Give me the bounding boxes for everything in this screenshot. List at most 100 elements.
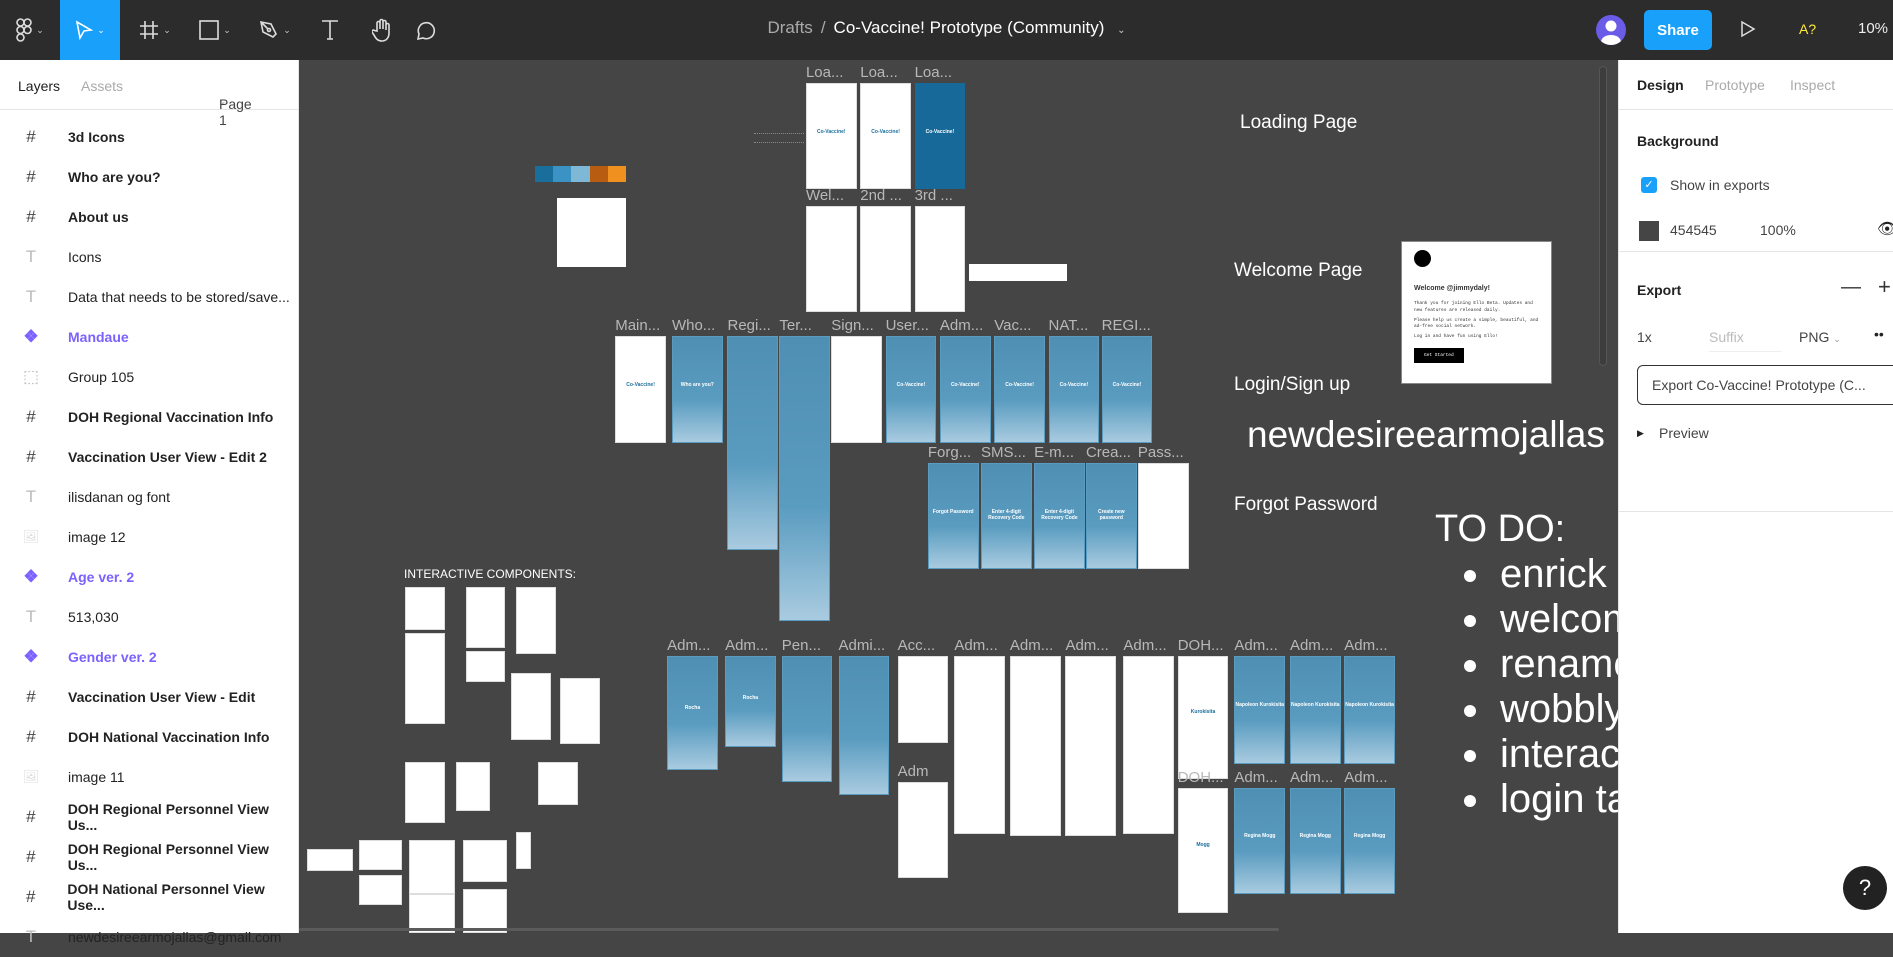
palette-swatch[interactable] <box>571 166 590 182</box>
frame-label[interactable]: DOH... <box>1178 769 1224 786</box>
layer-item[interactable]: # DOH Regional Personnel View Us... <box>0 837 299 877</box>
preview-toggle[interactable]: Preview <box>1659 425 1709 441</box>
frame-thumbnail[interactable] <box>914 206 966 313</box>
caret-right-icon[interactable]: ▶ <box>1637 428 1644 439</box>
frame-label[interactable]: Loa... <box>915 64 953 81</box>
palette-swatch[interactable] <box>553 166 572 182</box>
frame-thumbnail[interactable]: Regina Mogg <box>1344 787 1395 895</box>
palette-swatch[interactable] <box>535 166 554 182</box>
frame-thumbnail[interactable]: Co-Vaccine! <box>885 336 937 443</box>
frame-thumbnail[interactable]: Regina Mogg <box>1234 787 1286 895</box>
frame-label[interactable]: Vac... <box>994 317 1031 334</box>
frame-label[interactable]: Pen... <box>782 637 821 654</box>
todo-list[interactable]: enrick cwelcomrenamewobblyinteractlogin … <box>1464 552 1618 822</box>
component-thumbnail[interactable] <box>465 587 506 648</box>
todo-item[interactable]: enrick c <box>1464 552 1618 597</box>
layer-item[interactable]: # Vaccination User View - Edit 2 <box>0 437 299 477</box>
layer-item[interactable]: ❖ Gender ver. 2 <box>0 637 299 677</box>
note-text[interactable] <box>754 133 804 143</box>
component-thumbnail[interactable] <box>405 587 446 630</box>
frame-thumbnail[interactable] <box>897 656 949 744</box>
accessibility-button[interactable]: A? <box>1799 21 1816 37</box>
layer-item[interactable]: ❖ Mandaue <box>0 317 299 357</box>
frame-thumbnail[interactable]: Forgot Password <box>927 463 979 570</box>
component-thumbnail[interactable] <box>463 889 507 933</box>
frame-label[interactable]: Ter... <box>779 317 812 334</box>
frame-label[interactable]: Loa... <box>806 64 844 81</box>
frame-label[interactable]: DOH... <box>1178 637 1224 654</box>
canvas[interactable]: Loa... Co-Vaccine! Loa... Co-Vaccine! Loa...… <box>299 60 1618 933</box>
component-thumbnail[interactable] <box>359 839 402 870</box>
frame-thumbnail[interactable]: Enter 4-digit Recovery Code <box>1034 463 1085 570</box>
frame-thumbnail[interactable] <box>727 336 779 551</box>
component-thumbnail[interactable] <box>408 894 455 933</box>
frame-thumbnail[interactable] <box>954 656 1006 834</box>
help-button[interactable]: ? <box>1843 866 1887 910</box>
email-welcome-card[interactable]: Welcome @jimmydaly! Thank you for joinin… <box>1401 241 1552 384</box>
tab-prototype[interactable]: Prototype <box>1705 77 1765 93</box>
todo-item[interactable]: rename <box>1464 642 1618 687</box>
frame-thumbnail[interactable]: Napoleon Kurokisita <box>1344 656 1395 764</box>
frame-thumbnail[interactable]: Napoleon Kurokisita <box>1289 656 1341 764</box>
frame-label[interactable]: Adm... <box>1234 769 1277 786</box>
frame-label[interactable]: Adm... <box>667 637 710 654</box>
frame-thumbnail[interactable]: Co-Vaccine! <box>805 82 857 190</box>
todo-item[interactable]: interact <box>1464 732 1618 777</box>
frame-thumbnail[interactable]: Create new password <box>1085 463 1137 570</box>
frame-thumbnail[interactable] <box>779 336 831 622</box>
palette-swatch[interactable] <box>607 166 627 182</box>
frame-thumbnail[interactable]: Co-Vaccine! <box>1048 336 1100 443</box>
frame-label[interactable]: SMS... <box>981 444 1026 461</box>
layer-item[interactable]: # DOH National Personnel View Use... <box>0 877 299 917</box>
eye-icon[interactable]: 👁 <box>1877 219 1893 239</box>
component-thumbnail[interactable] <box>408 839 455 895</box>
frame-label[interactable]: Pass... <box>1138 444 1184 461</box>
interactive-components-label[interactable]: INTERACTIVE COMPONENTS: <box>404 567 576 581</box>
frame-label[interactable]: Acc... <box>898 637 936 654</box>
email-text[interactable]: newdesireearmojallas <box>1247 414 1605 456</box>
frame-thumbnail[interactable]: Co-Vaccine! <box>914 82 966 190</box>
frame-label[interactable]: Adm <box>898 763 929 780</box>
frame-thumbnail[interactable]: Enter 4-digit Recovery Code <box>980 463 1032 570</box>
frame-thumbnail[interactable] <box>838 656 890 796</box>
todo-item[interactable]: login ta <box>1464 777 1618 822</box>
layer-item[interactable]: #3d Icons <box>0 117 299 157</box>
background-color-swatch[interactable] <box>1639 221 1659 241</box>
background-opacity-input[interactable]: 100% <box>1760 222 1796 238</box>
layer-item[interactable]: # DOH Regional Vaccination Info <box>0 397 299 437</box>
more-options-icon[interactable]: •• <box>1874 326 1884 342</box>
zoom-dropdown[interactable]: 10% <box>1858 20 1888 37</box>
frame-label[interactable]: Adm... <box>1290 637 1333 654</box>
note-box[interactable] <box>969 264 1067 281</box>
frame-thumbnail[interactable] <box>1009 656 1061 837</box>
layer-item[interactable]: ❖ Age ver. 2 <box>0 557 299 597</box>
export-scale-input[interactable]: 1x <box>1637 329 1652 345</box>
tab-design[interactable]: Design <box>1637 77 1684 93</box>
horizontal-scrollbar[interactable] <box>299 928 1279 931</box>
layer-item[interactable]: T Icons <box>0 237 299 277</box>
section-label-welcome[interactable]: Welcome Page <box>1234 260 1363 282</box>
frame-label[interactable]: 2nd ... <box>860 187 902 204</box>
layer-item[interactable]: T 513,030 <box>0 597 299 637</box>
tab-layers[interactable]: Layers <box>18 78 60 94</box>
frame-label[interactable]: Adm... <box>725 637 768 654</box>
frame-label[interactable]: NAT... <box>1049 317 1089 334</box>
layer-item[interactable]: # Who are you? <box>0 157 299 197</box>
user-avatar[interactable] <box>1596 15 1626 45</box>
frame-label[interactable]: E-m... <box>1034 444 1074 461</box>
frame-label[interactable]: Admi... <box>839 637 886 654</box>
chevron-down-icon[interactable]: ⌄ <box>1117 25 1125 36</box>
frame-thumbnail[interactable]: Co-Vaccine! <box>860 82 911 190</box>
todo-item[interactable]: welcom <box>1464 597 1618 642</box>
component-thumbnail[interactable] <box>405 633 446 724</box>
add-export-button[interactable]: + <box>1878 274 1891 300</box>
export-format-select[interactable]: PNG ⌄ <box>1799 329 1841 345</box>
component-thumbnail[interactable] <box>307 849 354 872</box>
frame-label[interactable]: Who... <box>672 317 715 334</box>
remove-export-button[interactable]: — <box>1841 276 1861 299</box>
frame-label[interactable]: Adm... <box>1344 769 1387 786</box>
frame-thumbnail[interactable]: Napoleon Kurokisita <box>1234 656 1286 764</box>
frame-label[interactable]: Adm... <box>940 317 983 334</box>
frame-thumbnail[interactable]: Rocha <box>725 656 776 747</box>
component-thumbnail[interactable] <box>537 762 578 805</box>
